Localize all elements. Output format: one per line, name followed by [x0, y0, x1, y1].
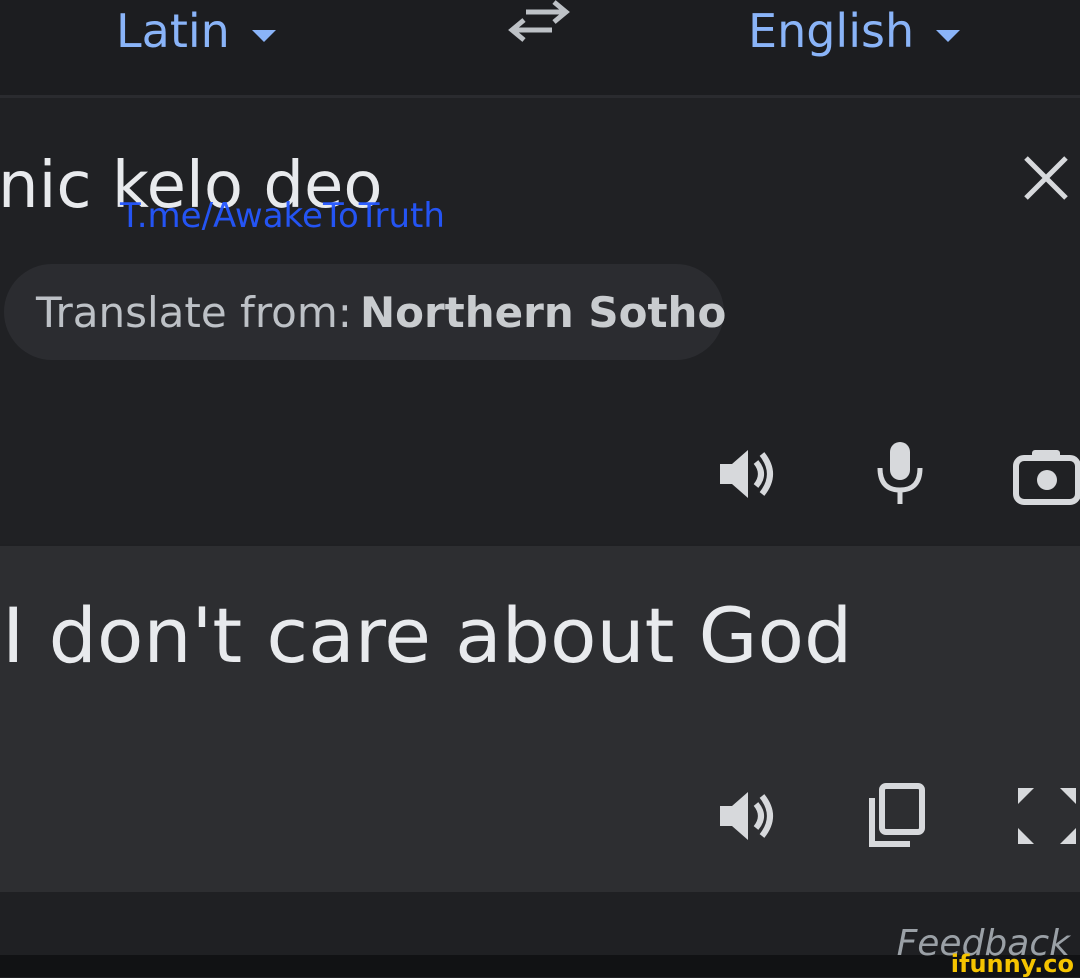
translated-text: I don't care about God [2, 591, 853, 680]
target-language-selector[interactable]: English [748, 4, 961, 58]
detected-language-name: Northern Sotho [359, 287, 727, 337]
source-language-label: Latin [116, 4, 230, 58]
detected-language-prefix: Translate from: [36, 287, 352, 337]
fullscreen-icon[interactable] [1014, 784, 1080, 848]
copy-icon[interactable] [866, 782, 928, 850]
brand-watermark: ifunny.co [950, 950, 1074, 978]
camera-icon[interactable] [1012, 446, 1080, 506]
speaker-icon[interactable] [716, 442, 780, 506]
microphone-icon[interactable] [872, 440, 928, 508]
speaker-icon[interactable] [716, 784, 780, 848]
close-icon[interactable] [1018, 150, 1074, 206]
source-language-selector[interactable]: Latin [116, 4, 276, 58]
swap-arrows-icon[interactable] [506, 0, 574, 46]
detected-language-chip[interactable]: Translate from: Northern Sotho [4, 264, 727, 360]
target-language-label: English [748, 4, 915, 58]
chevron-down-icon [251, 30, 276, 42]
language-bar: Latin English [0, 0, 1080, 98]
watermark-handle: T.me/AwakeToTruth [120, 196, 445, 236]
chevron-down-icon [936, 30, 961, 42]
